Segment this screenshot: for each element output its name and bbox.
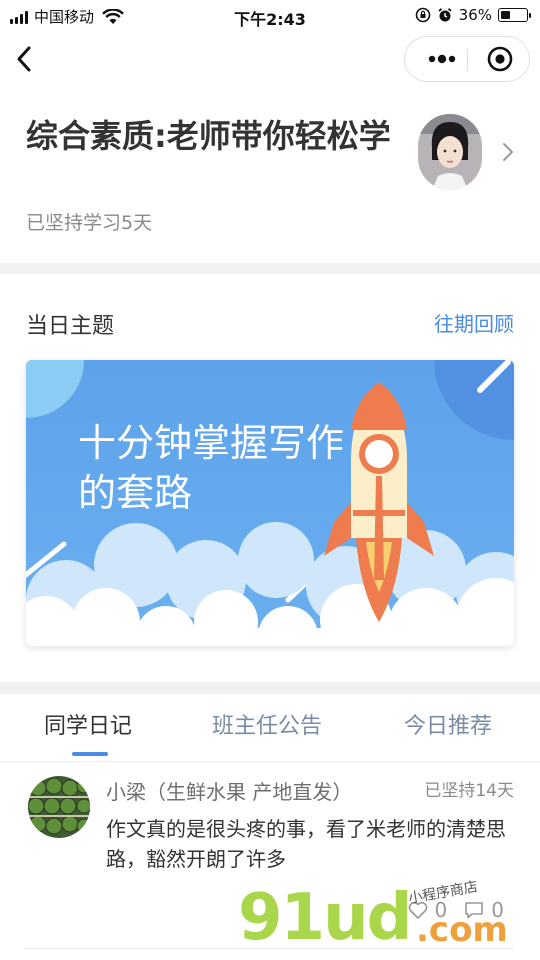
study-streak: 已坚持学习5天	[26, 212, 153, 234]
student-streak: 已坚持14天	[424, 781, 514, 801]
section-gap	[0, 263, 540, 274]
student-name: 小梁（生鲜水果 产地直发）	[106, 780, 353, 804]
close-target-icon[interactable]	[477, 37, 523, 81]
back-arrow-icon[interactable]	[12, 44, 38, 74]
tab-classmate-diary[interactable]: 同学日记	[44, 708, 132, 740]
comment-count: 0	[491, 898, 504, 922]
battery-icon	[498, 8, 531, 22]
chevron-right-icon[interactable]	[500, 140, 516, 164]
course-header[interactable]: 综合素质:老师带你轻松学 已坚持学习5天	[0, 108, 540, 263]
battery-percent: 36%	[458, 6, 492, 24]
lock-rotation-icon	[415, 7, 430, 23]
tab-bar: 同学日记 班主任公告 今日推荐	[0, 696, 540, 762]
section-gap	[0, 682, 540, 694]
battery-fill	[501, 11, 510, 19]
history-review-link[interactable]: 往期回顾	[434, 308, 514, 337]
page: 中国移动 下午2:43 36% 综合素质:老师带你轻松学 已坚持学习5天 当日主…	[0, 0, 540, 960]
capsule-divider	[467, 49, 468, 71]
banner-title: 十分钟掌握写作的套路	[78, 421, 345, 515]
nav-bar	[0, 32, 540, 88]
status-bar: 中国移动 下午2:43 36%	[0, 0, 540, 32]
like-count: 0	[434, 898, 448, 922]
comment-icon[interactable]	[463, 899, 485, 921]
student-avatar[interactable]	[28, 776, 90, 838]
entry-divider	[26, 948, 514, 949]
teacher-avatar[interactable]	[418, 114, 482, 190]
tab-today-recommend[interactable]: 今日推荐	[404, 708, 492, 740]
active-tab-indicator	[72, 752, 108, 756]
tab-teacher-announcement[interactable]: 班主任公告	[212, 708, 322, 740]
mini-program-capsule	[404, 36, 530, 82]
heart-icon[interactable]	[407, 899, 429, 921]
diary-text: 作文真的是很头疼的事，看了米老师的清楚思路，豁然开朗了许多	[106, 817, 506, 871]
alarm-icon	[438, 8, 452, 22]
diary-entry[interactable]: 小梁（生鲜水果 产地直发） 已坚持14天 作文真的是很头疼的事，看了米老师的清楚…	[0, 770, 540, 950]
course-title: 综合素质:老师带你轻松学	[26, 117, 391, 155]
daily-theme-label: 当日主题	[26, 314, 115, 339]
theme-banner[interactable]: 十分钟掌握写作的套路	[26, 360, 514, 646]
more-dots-icon[interactable]	[415, 37, 467, 81]
diary-actions: 0 0	[407, 898, 514, 922]
